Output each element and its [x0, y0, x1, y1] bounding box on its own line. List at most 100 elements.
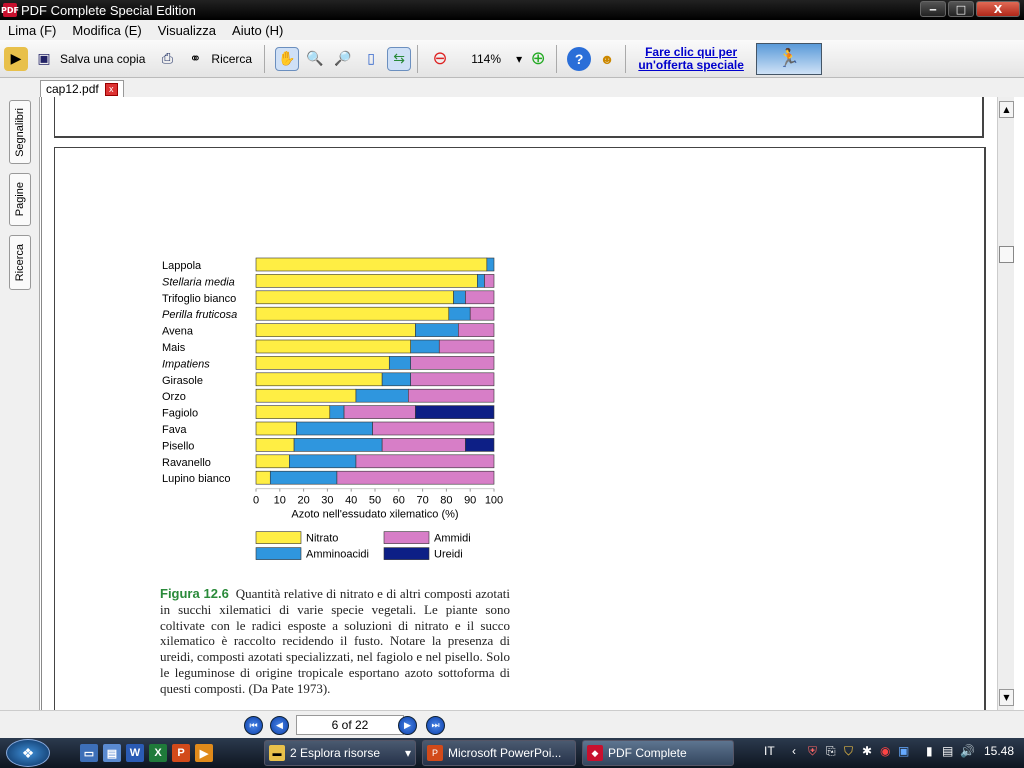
- legend-label: Amminoacidi: [306, 549, 369, 561]
- excel-icon[interactable]: X: [149, 744, 167, 762]
- show-desktop-icon[interactable]: ▭: [80, 744, 98, 762]
- bar-segment: [486, 257, 495, 272]
- volume-tray-icon[interactable]: 🔊: [960, 744, 975, 758]
- side-panel: Segnalibri Pagine Ricerca: [0, 97, 40, 710]
- minimize-button[interactable]: ‒: [920, 1, 946, 17]
- media-player-icon[interactable]: ▶: [195, 744, 213, 762]
- close-button[interactable]: X: [976, 1, 1020, 17]
- binoculars-icon: ⚭: [189, 50, 202, 66]
- first-page-icon[interactable]: ⏮: [244, 716, 263, 735]
- previous-page-icon[interactable]: ◀: [270, 716, 289, 735]
- x-tick-label: 80: [440, 495, 452, 507]
- task-powerpoint-label: Microsoft PowerPoi...: [448, 746, 562, 760]
- bar-segment: [255, 454, 290, 469]
- title-bar: PDF PDF Complete Special Edition ‒ □ X: [0, 0, 1024, 20]
- task-pdf-complete[interactable]: ◆ PDF Complete: [582, 740, 734, 766]
- x-tick-label: 100: [485, 495, 503, 507]
- menu-help[interactable]: Aiuto (H): [224, 23, 291, 38]
- user-icon[interactable]: ☻: [595, 47, 619, 71]
- tab-search[interactable]: Ricerca: [9, 235, 31, 290]
- menu-file[interactable]: Lima (F): [0, 23, 64, 38]
- bar-segment: [484, 274, 495, 288]
- network-tray-icon[interactable]: ⎘: [826, 744, 836, 759]
- task-explorer[interactable]: ▬ 2 Esplora risorse ▾: [264, 740, 416, 766]
- x-tick-label: 10: [274, 495, 286, 507]
- bar-segment: [408, 388, 495, 403]
- bar-segment: [438, 339, 495, 354]
- security-tray-icon[interactable]: ⛨: [808, 744, 817, 759]
- zoom-out-tool-icon[interactable]: 🔎: [331, 47, 355, 71]
- bar-segment: [410, 339, 440, 354]
- explorer-quicklaunch-icon[interactable]: ▤: [103, 744, 121, 762]
- antivirus-tray-icon[interactable]: ◉: [880, 744, 890, 758]
- x-tick-label: 20: [297, 495, 309, 507]
- tab-cap12[interactable]: cap12.pdf x: [40, 80, 124, 97]
- legend-swatch: [383, 547, 430, 560]
- print-icon[interactable]: ⎙: [155, 47, 179, 71]
- zoom-in-icon[interactable]: ⊕: [526, 47, 550, 71]
- previous-page: [54, 97, 984, 138]
- x-tick-label: 70: [416, 495, 428, 507]
- shield-tray-icon[interactable]: ⛉: [844, 744, 853, 759]
- zoom-out-icon[interactable]: ⊖: [428, 47, 452, 71]
- zoom-select[interactable]: 114% ▾: [456, 44, 522, 74]
- powerpoint-quicklaunch-icon[interactable]: P: [172, 744, 190, 762]
- bar-segment: [457, 323, 495, 337]
- close-tab-icon[interactable]: x: [104, 82, 118, 96]
- special-offer-line2: un'offerta speciale: [638, 57, 744, 72]
- open-folder-icon[interactable]: ▶: [4, 46, 28, 71]
- bar-segment: [296, 421, 373, 436]
- task-explorer-label: 2 Esplora risorse: [290, 746, 381, 760]
- scroll-up-arrow-icon[interactable]: ▲: [999, 101, 1014, 118]
- tray-expand-icon[interactable]: ‹: [792, 744, 796, 758]
- category-label: Mais: [162, 342, 186, 354]
- page-number-field[interactable]: 6 of 22: [296, 715, 404, 735]
- word-icon[interactable]: W: [126, 744, 144, 762]
- chevron-down-icon: ▾: [516, 51, 523, 66]
- zoom-in-tool-icon[interactable]: 🔍: [303, 47, 327, 71]
- task-powerpoint[interactable]: P Microsoft PowerPoi...: [422, 740, 576, 766]
- promo-banner-image[interactable]: 🏃: [756, 42, 823, 75]
- fit-page-icon[interactable]: ⇆: [387, 46, 412, 71]
- maximize-button[interactable]: □: [948, 1, 974, 17]
- tab-search-label: Ricerca: [14, 243, 26, 282]
- tab-pages[interactable]: Pagine: [9, 173, 31, 226]
- vertical-scrollbar[interactable]: ▲ ▼: [997, 97, 1014, 710]
- legend-swatch: [383, 531, 430, 544]
- bar-segment: [255, 290, 454, 305]
- bar-segment: [255, 388, 357, 403]
- scroll-thumb[interactable]: [999, 246, 1014, 263]
- category-label: Perilla fruticosa: [162, 309, 237, 321]
- bar-segment: [381, 372, 411, 387]
- toolbar-separator: [625, 44, 627, 73]
- display-tray-icon[interactable]: ▤: [942, 744, 953, 758]
- scroll-down-arrow-icon[interactable]: ▼: [999, 689, 1014, 706]
- menu-view[interactable]: Visualizza: [150, 23, 224, 38]
- last-page-icon[interactable]: ⏭: [426, 716, 445, 735]
- pdf-complete-icon: ◆: [587, 745, 603, 761]
- single-page-icon[interactable]: ▯: [359, 47, 383, 71]
- search-button[interactable]: ⚭ Ricerca: [183, 44, 258, 74]
- bluetooth-tray-icon[interactable]: ✱: [862, 744, 872, 758]
- menu-edit[interactable]: Modifica (E): [64, 23, 149, 38]
- search-label: Ricerca: [211, 51, 253, 66]
- x-tick-label: 40: [345, 495, 357, 507]
- bar-segment: [255, 274, 478, 288]
- bar-segment: [255, 405, 331, 419]
- special-offer-link[interactable]: Fare clic qui per un'offerta speciale: [632, 45, 750, 72]
- help-icon[interactable]: ?: [567, 46, 592, 71]
- save-copy-button[interactable]: ▣ Salva una copia: [32, 44, 151, 74]
- clock[interactable]: 15.48: [984, 744, 1014, 758]
- tab-bookmarks[interactable]: Segnalibri: [9, 100, 31, 164]
- x-axis-title: Azoto nell'essudato xilematico (%): [291, 509, 458, 521]
- hand-tool-icon[interactable]: ✋: [275, 46, 300, 71]
- category-label: Lappola: [162, 260, 202, 272]
- next-page-icon[interactable]: ▶: [398, 716, 417, 735]
- word-tray-icon[interactable]: ▣: [898, 744, 909, 758]
- category-label: Fagiolo: [162, 408, 198, 420]
- page-navigation-bar: ⏮ ◀ 6 of 22 ▶ ⏭: [0, 710, 1024, 738]
- windows-taskbar: ❖ ▭ ▤ W X P ▶ ▬ 2 Esplora risorse ▾ P Mi…: [0, 738, 1024, 768]
- battery-tray-icon[interactable]: ▮: [926, 744, 933, 758]
- start-button[interactable]: ❖: [6, 739, 50, 767]
- language-indicator[interactable]: IT: [764, 744, 775, 758]
